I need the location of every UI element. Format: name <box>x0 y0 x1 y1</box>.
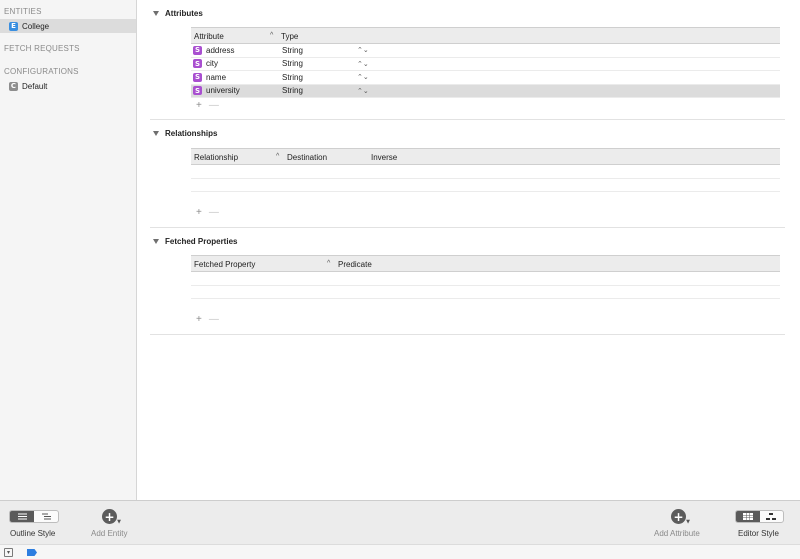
type-popup-chevron-icon[interactable]: ⌃⌄ <box>357 60 369 68</box>
graph-icon[interactable] <box>760 511 784 522</box>
add-attribute-label: Add Attribute <box>654 529 700 538</box>
attribute-name[interactable]: university <box>206 86 240 95</box>
add-entity-button[interactable]: + ▼ <box>102 509 121 525</box>
entities-header: ENTITIES <box>4 7 42 16</box>
sidebar-item-label: College <box>22 21 50 31</box>
debug-status-bar: ▾ <box>0 544 800 559</box>
attribute-name[interactable]: name <box>206 73 226 82</box>
attribute-type[interactable]: String <box>282 59 303 68</box>
column-header-predicate[interactable]: Predicate <box>338 260 372 269</box>
sort-ascending-icon[interactable]: ^ <box>270 32 273 39</box>
column-header-fetched-property[interactable]: Fetched Property <box>194 260 255 269</box>
section-divider <box>150 119 785 120</box>
relationships-add-remove: + — <box>196 207 219 218</box>
configuration-icon: C <box>9 81 18 91</box>
attribute-name[interactable]: address <box>206 46 234 55</box>
string-attribute-icon: S <box>193 86 202 96</box>
disclosure-triangle-icon[interactable] <box>153 11 159 16</box>
section-divider <box>150 334 785 335</box>
sort-ascending-icon[interactable]: ^ <box>327 260 330 267</box>
attribute-type[interactable]: String <box>282 86 303 95</box>
empty-row <box>191 179 780 192</box>
editor-style-label: Editor Style <box>738 529 779 538</box>
table-row[interactable]: Scity String ⌃⌄ <box>191 58 780 71</box>
disclosure-triangle-icon[interactable] <box>153 239 159 244</box>
table-row[interactable]: Saddress String ⌃⌄ <box>191 44 780 58</box>
outline-style-label: Outline Style <box>10 529 56 538</box>
attribute-type[interactable]: String <box>282 46 303 55</box>
fetch-requests-header: FETCH REQUESTS <box>4 44 80 53</box>
plus-icon: + <box>104 509 115 524</box>
tree-icon[interactable] <box>34 511 58 522</box>
string-attribute-icon: S <box>193 72 202 82</box>
attributes-title: Attributes <box>165 9 203 18</box>
relationships-table: Relationship ^ Destination Inverse <box>191 148 780 192</box>
sidebar-item-default[interactable]: C Default <box>0 79 136 93</box>
fetched-properties-table: Fetched Property ^ Predicate <box>191 255 780 299</box>
relationships-title: Relationships <box>165 129 218 138</box>
column-header-destination[interactable]: Destination <box>287 153 327 162</box>
hide-debug-area-icon[interactable]: ▾ <box>4 548 13 557</box>
plus-icon: + <box>673 509 684 524</box>
entity-editor: Attributes Attribute ^ Type Saddress Str… <box>138 0 800 500</box>
entity-icon: E <box>9 21 18 31</box>
fetched-properties-add-remove: + — <box>196 314 219 325</box>
column-header-inverse[interactable]: Inverse <box>371 153 397 162</box>
type-popup-chevron-icon[interactable]: ⌃⌄ <box>357 87 369 95</box>
fetched-properties-section-toggle[interactable]: Fetched Properties <box>153 237 237 246</box>
remove-attribute-minus-button[interactable]: — <box>209 100 219 111</box>
disclosure-triangle-icon[interactable] <box>153 131 159 136</box>
attributes-table-header: Attribute ^ Type <box>191 27 780 44</box>
sidebar-item-college[interactable]: E College <box>0 19 136 33</box>
relationships-table-header: Relationship ^ Destination Inverse <box>191 148 780 165</box>
empty-row <box>191 165 780 179</box>
bottom-toolbar: Outline Style + ▼ Add Entity + ▼ Add Att… <box>0 500 800 544</box>
attribute-name[interactable]: city <box>206 59 218 68</box>
configurations-header: CONFIGURATIONS <box>4 67 79 76</box>
sort-ascending-icon[interactable]: ^ <box>276 153 279 160</box>
remove-relationship-minus-button[interactable]: — <box>209 207 219 218</box>
table-row-selected[interactable]: Suniversity String ⌃⌄ <box>191 84 780 98</box>
empty-row <box>191 272 780 286</box>
empty-row <box>191 286 780 299</box>
sidebar-item-label: Default <box>22 81 48 91</box>
string-attribute-icon: S <box>193 59 202 69</box>
remove-fetched-property-minus-button[interactable]: — <box>209 314 219 325</box>
outline-style-segmented-control[interactable] <box>9 510 59 523</box>
table-grid-icon[interactable] <box>736 511 760 522</box>
editor-style-segmented-control[interactable] <box>735 510 784 523</box>
entity-sidebar: ENTITIES E College FETCH REQUESTS CONFIG… <box>0 0 137 500</box>
attributes-add-remove: + — <box>196 100 219 111</box>
section-divider <box>150 227 785 228</box>
attributes-table: Attribute ^ Type Saddress String ⌃⌄ Scit… <box>191 27 780 98</box>
attribute-type[interactable]: String <box>282 73 303 82</box>
fetched-properties-table-header: Fetched Property ^ Predicate <box>191 255 780 272</box>
column-header-relationship[interactable]: Relationship <box>194 153 238 162</box>
list-icon[interactable] <box>10 511 34 522</box>
table-row[interactable]: Sname String ⌃⌄ <box>191 71 780 85</box>
column-header-attribute[interactable]: Attribute <box>194 32 224 41</box>
attributes-section-toggle[interactable]: Attributes <box>153 9 203 18</box>
dropdown-arrow-icon: ▼ <box>686 519 690 525</box>
string-attribute-icon: S <box>193 45 202 55</box>
add-attribute-plus-button[interactable]: + <box>196 100 202 111</box>
add-attribute-button[interactable]: + ▼ <box>671 509 690 525</box>
relationships-section-toggle[interactable]: Relationships <box>153 129 217 138</box>
type-popup-chevron-icon[interactable]: ⌃⌄ <box>357 73 369 81</box>
breakpoint-flag-icon[interactable] <box>27 549 37 556</box>
fetched-properties-title: Fetched Properties <box>165 237 238 246</box>
add-relationship-plus-button[interactable]: + <box>196 207 202 218</box>
add-entity-label: Add Entity <box>91 529 128 538</box>
column-header-type[interactable]: Type <box>281 32 298 41</box>
add-fetched-property-plus-button[interactable]: + <box>196 314 202 325</box>
type-popup-chevron-icon[interactable]: ⌃⌄ <box>357 46 369 54</box>
dropdown-arrow-icon: ▼ <box>117 519 121 525</box>
